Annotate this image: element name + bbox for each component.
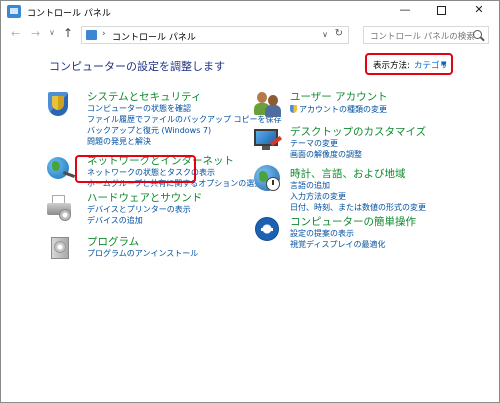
category-title[interactable]: 時計、言語、および地域 [290,166,406,181]
control-panel-icon [86,30,97,40]
search-input[interactable]: コントロール パネルの検索 [363,26,489,44]
recent-locations-button[interactable]: ∨ [49,28,55,37]
breadcrumb[interactable]: コントロール パネル [112,30,196,43]
title-bar: コントロール パネル — ✕ [1,1,499,23]
close-button[interactable]: ✕ [461,1,497,21]
address-dropdown-icon[interactable]: ∨ [322,30,328,39]
minimize-button[interactable]: — [387,1,423,21]
link-change-input[interactable]: 入力方法の変更 [290,191,346,202]
shield-inner-shape [52,96,64,110]
control-panel-window: コントロール パネル — ✕ ← → ∨ ↑ › コントロール パネル ∨ ↻ … [0,0,500,403]
link-file-history[interactable]: ファイル履歴でファイルのバックアップ コピーを保存 [87,114,282,125]
view-by-label: 表示方法: [373,61,410,71]
programs-icon[interactable] [49,235,71,261]
globe-shape [47,157,69,179]
link-troubleshoot[interactable]: 問題の発見と解決 [87,136,151,147]
link-suggested-settings[interactable]: 設定の提案の表示 [290,228,354,239]
page-title: コンピューターの設定を調整します [49,60,225,73]
program-disc-shape [54,241,66,253]
monitor-icon[interactable] [254,127,283,153]
uac-shield-icon [290,105,297,113]
user-accounts-icon[interactable] [254,92,282,118]
link-optimize-display[interactable]: 視覚ディスプレイの最適化 [290,239,385,250]
control-panel-icon [7,5,21,18]
link-check-status[interactable]: コンピューターの状態を確認 [87,103,191,114]
link-uninstall-program[interactable]: プログラムのアンインストール [87,248,198,259]
speaker-disc-shape [59,209,71,221]
link-add-device[interactable]: デバイスの追加 [87,215,143,226]
link-screen-resolution[interactable]: 画面の解像度の調整 [290,149,362,160]
network-globe-icon[interactable] [47,157,76,181]
link-backup-restore[interactable]: バックアップと復元 (Windows 7) [87,125,211,136]
highlight-frame [75,155,196,183]
search-icon[interactable] [473,30,482,39]
category-title[interactable]: コンピューターの簡単操作 [290,214,416,229]
clock-globe-icon[interactable] [254,165,282,193]
shield-icon[interactable] [47,92,69,118]
link-change-account-type[interactable]: アカウントの種類の変更 [290,104,387,115]
ease-of-access-icon[interactable] [255,217,281,243]
user-body-shape [265,105,281,117]
view-by-control[interactable]: 表示方法: カテゴリ ▼ [365,53,453,75]
link-devices-printers[interactable]: デバイスとプリンターの表示 [87,204,191,215]
monitor-stand-shape [262,146,270,150]
link-add-language[interactable]: 言語の追加 [290,180,330,191]
back-button[interactable]: ← [11,27,20,40]
window-title: コントロール パネル [27,9,111,19]
maximize-button[interactable] [423,1,459,21]
link-change-theme[interactable]: テーマの変更 [290,138,338,149]
category-title[interactable]: デスクトップのカスタマイズ [290,124,426,139]
link-date-time-format[interactable]: 日付、時刻、または数値の形式の変更 [290,202,426,213]
link-label: アカウントの種類の変更 [299,105,387,114]
category-title[interactable]: プログラム [87,234,139,249]
access-ring-shape [255,217,279,241]
category-title[interactable]: ユーザー アカウント [290,89,388,104]
address-bar[interactable]: › コントロール パネル ∨ ↻ [81,26,349,44]
printer-icon[interactable] [47,195,73,221]
category-title[interactable]: システムとセキュリティ [87,89,202,104]
maximize-icon [436,5,446,15]
user-head-shape [257,92,267,103]
up-button[interactable]: ↑ [63,26,73,40]
navigation-bar: ← → ∨ ↑ › コントロール パネル ∨ ↻ コントロール パネルの検索 [1,23,499,47]
search-placeholder: コントロール パネルの検索 [370,32,475,42]
category-title[interactable]: ハードウェアとサウンド [87,190,202,205]
breadcrumb-separator: › [102,29,106,39]
network-cable-shape [62,171,76,178]
forward-button[interactable]: → [31,27,40,40]
refresh-icon[interactable]: ↻ [335,28,343,39]
dropdown-arrow-icon[interactable]: ▼ [441,60,446,68]
clock-face-shape [266,177,280,191]
